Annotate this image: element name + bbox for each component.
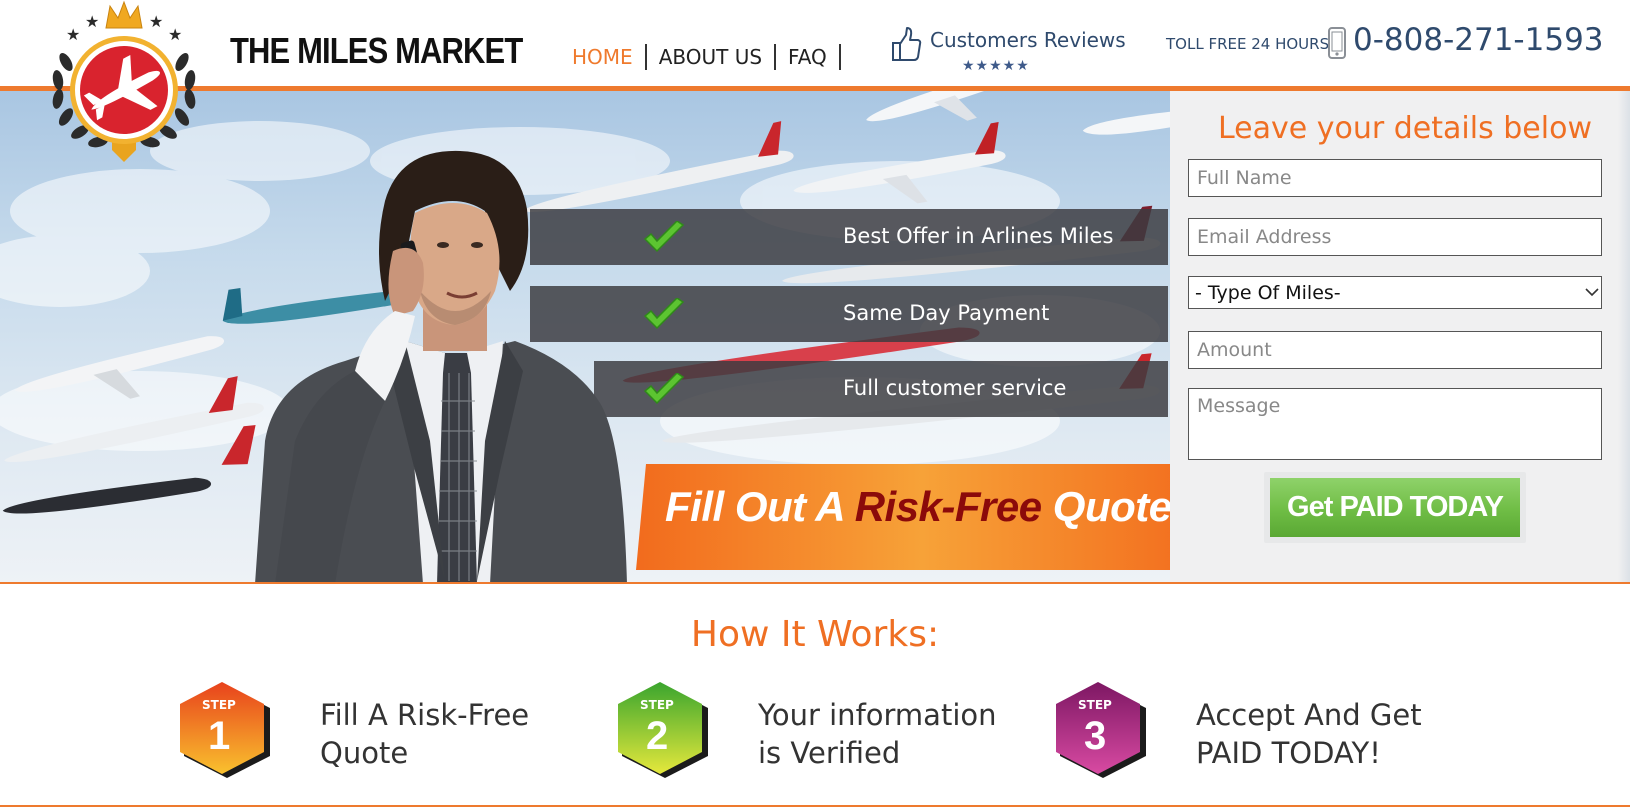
step-word: STEP (640, 698, 674, 712)
checkmark-icon (643, 373, 685, 405)
step-text: Fill A Risk-Free Quote (320, 696, 600, 772)
mobile-phone-icon (1328, 27, 1346, 59)
tollfree-label: TOLL FREE 24 HOURS (1166, 35, 1330, 53)
benefit-bar-3: Full customer service (594, 361, 1168, 417)
svg-text:★: ★ (168, 25, 182, 44)
customer-reviews[interactable]: Customers Reviews ★★★★★ (890, 26, 1126, 80)
step-number: 1 (208, 714, 231, 758)
footer-divider (0, 805, 1630, 807)
step-line-2: is Verified (758, 736, 901, 770)
nav-faq[interactable]: FAQ (776, 44, 841, 70)
phone-number[interactable]: 0-808-271-1593 (1353, 22, 1604, 58)
benefit-label: Best Offer in Arlines Miles (843, 224, 1114, 248)
step-3: STEP 3 Accept And Get PAID TODAY! (1056, 680, 1476, 780)
message-field[interactable] (1188, 388, 1602, 460)
step-line-2: PAID TODAY! (1196, 736, 1381, 770)
reviews-label: Customers Reviews (930, 28, 1126, 52)
step-word: STEP (202, 698, 236, 712)
businessman-on-phone-image (255, 150, 627, 584)
site-header: THE MILES MARKET HOME ABOUT US FAQ Custo… (0, 0, 1630, 89)
cta-text-part2: Quote (1041, 483, 1172, 530)
benefit-label: Full customer service (843, 376, 1067, 400)
step-text: Your information is Verified (758, 696, 1038, 772)
benefit-label: Same Day Payment (843, 301, 1050, 325)
type-of-miles-select[interactable]: - Type Of Miles- (1188, 276, 1602, 309)
step-number: 3 (1084, 714, 1107, 758)
cta-text-part1: Fill Out A (665, 483, 855, 530)
email-field[interactable] (1188, 218, 1602, 256)
step-text: Accept And Get PAID TODAY! (1196, 696, 1476, 772)
svg-text:★: ★ (85, 12, 99, 31)
step-line-1: Fill A Risk-Free (320, 698, 530, 732)
step-2: STEP 2 Your information is Verified (618, 680, 1018, 780)
step-1: STEP 1 Fill A Risk-Free Quote (180, 680, 580, 780)
get-paid-today-button[interactable]: Get PAID TODAY (1270, 478, 1520, 537)
step-line-1: Your information (758, 698, 997, 732)
cta-headline[interactable]: Fill Out A Risk-Free Quote (665, 483, 1172, 531)
step-line-1: Accept And Get (1196, 698, 1422, 732)
checkmark-icon (643, 298, 685, 330)
nav-about-us[interactable]: ABOUT US (647, 44, 777, 70)
step-line-2: Quote (320, 736, 409, 770)
lead-form-panel: Leave your details below - Type Of Miles… (1170, 91, 1630, 584)
hero-divider (0, 582, 1630, 584)
svg-text:★: ★ (149, 12, 163, 31)
amount-field[interactable] (1188, 331, 1602, 369)
form-title: Leave your details below (1218, 111, 1592, 146)
step-number: 2 (646, 714, 669, 758)
svg-text:★: ★ (66, 25, 80, 44)
step-word: STEP (1078, 698, 1112, 712)
submit-button-frame: Get PAID TODAY (1264, 472, 1526, 543)
checkmark-icon (643, 221, 685, 253)
how-it-works-title: How It Works: (690, 614, 940, 655)
main-nav: HOME ABOUT US FAQ (565, 42, 841, 72)
thumbs-up-icon (892, 27, 922, 61)
header-divider (0, 86, 1630, 91)
cta-text-highlight: Risk-Free (854, 483, 1042, 530)
airplane-logo-icon[interactable]: ★ ★ ★ ★ (36, 0, 212, 168)
brand-name[interactable]: THE MILES MARKET (230, 30, 523, 72)
rating-stars: ★★★★★ (962, 58, 1030, 74)
nav-home[interactable]: HOME (565, 44, 647, 70)
full-name-field[interactable] (1188, 159, 1602, 197)
hero-banner: Best Offer in Arlines Miles Same Day Pay… (0, 91, 1630, 584)
